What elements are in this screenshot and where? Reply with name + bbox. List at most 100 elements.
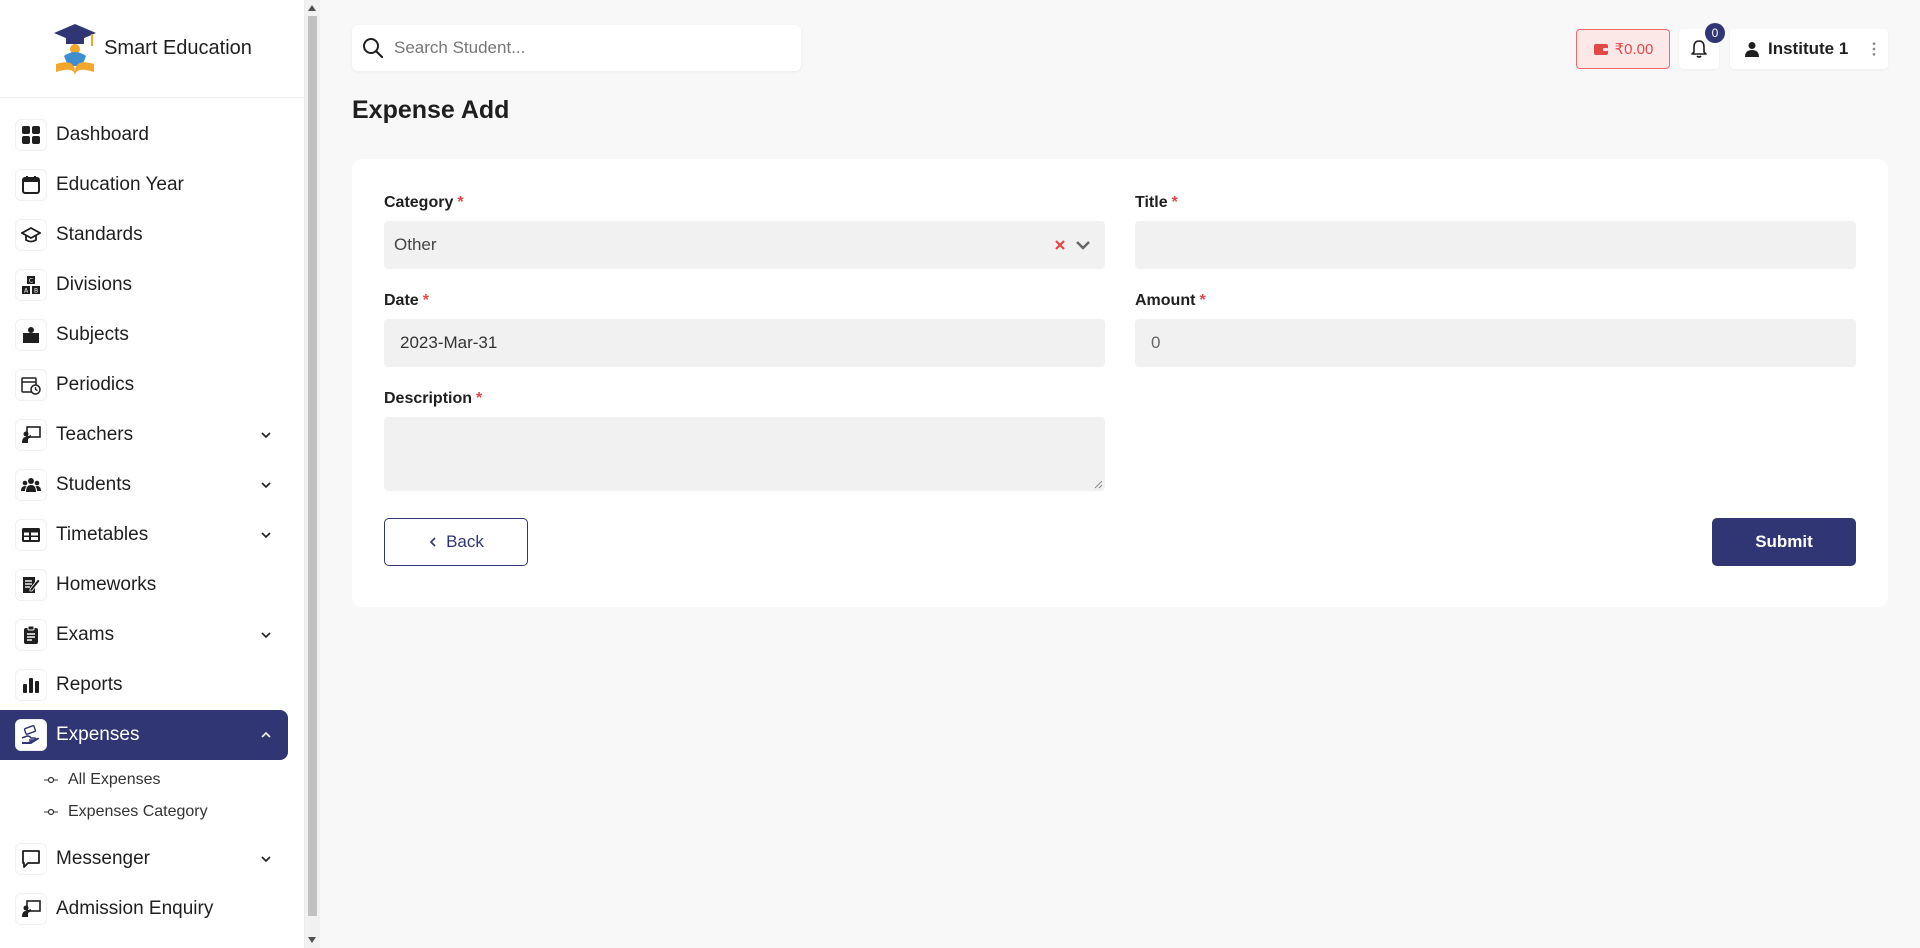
chevron-down-icon[interactable] [260,853,272,865]
wallet-balance-button[interactable]: ₹0.00 [1576,29,1670,69]
svg-text:C: C [29,278,33,285]
chevron-down-icon[interactable] [260,629,272,641]
sidebar-item-divisions[interactable]: CAB Divisions [0,260,288,310]
date-label-text: Date [384,292,419,309]
chevron-down-icon[interactable] [260,529,272,541]
sidebar-item-label: Exams [56,624,115,645]
scroll-up-arrow-icon[interactable] [308,5,316,11]
description-label: Description * [384,390,482,408]
bullet-circle-icon [44,776,58,784]
amount-field[interactable] [1135,319,1856,367]
title-field[interactable] [1135,221,1856,269]
wallet-amount: ₹0.00 [1614,41,1654,58]
sidebar-item-label: Education Year [56,174,184,195]
graduation-hat-icon [16,220,46,250]
sidebar: Smart Education Dashboard Education Year… [0,0,305,948]
chevron-down-icon[interactable] [1075,237,1091,253]
expense-form-card: Category* Other Title* Date* Amount* Des… [352,159,1888,607]
students-group-icon [16,470,46,500]
submit-button[interactable]: Submit [1712,518,1856,566]
sidebar-nav: Dashboard Education Year Standards CAB D… [0,98,304,934]
dashboard-grid-icon [16,120,46,150]
sidebar-scrollbar[interactable] [305,0,320,948]
required-mark: * [457,194,464,211]
description-label-text: Description [384,390,473,407]
chevron-up-icon[interactable] [260,729,272,741]
required-mark: * [422,292,429,309]
sidebar-item-admission-enquiry[interactable]: Admission Enquiry [0,884,288,934]
sidebar-item-periodics[interactable]: Periodics [0,360,288,410]
sidebar-item-label: Timetables [56,524,149,545]
search-icon [363,38,384,59]
sidebar-item-label: Teachers [56,424,134,445]
amount-label: Amount * [1135,292,1206,310]
sidebar-item-subjects[interactable]: Subjects [0,310,288,360]
more-vertical-icon[interactable] [1866,41,1882,57]
sidebar-item-timetables[interactable]: Timetables [0,510,288,560]
books-icon [16,320,46,350]
sidebar-item-reports[interactable]: Reports [0,660,288,710]
back-button-label: Back [446,532,484,551]
sidebar-item-messenger[interactable]: Messenger [0,834,288,884]
required-mark: * [1199,292,1206,309]
chevron-down-icon[interactable] [260,429,272,441]
brand[interactable]: Smart Education [0,0,304,98]
title-label-text: Title [1135,194,1168,211]
sidebar-item-label: Dashboard [56,124,149,145]
user-menu[interactable]: Institute 1 [1730,29,1888,69]
abc-blocks-icon: CAB [16,270,46,300]
amount-label-text: Amount [1135,292,1196,309]
clipboard-icon [16,620,46,650]
sidebar-item-homeworks[interactable]: Homeworks [0,560,288,610]
bell-icon [1691,40,1707,58]
sidebar-item-standards[interactable]: Standards [0,210,288,260]
category-label-text: Category [384,194,454,211]
amount-input[interactable] [1135,319,1856,367]
description-field[interactable] [384,417,1105,491]
clear-icon[interactable] [1053,238,1067,252]
scrollbar-thumb[interactable] [308,16,317,916]
category-selected-value: Other [394,235,437,254]
title-label: Title * [1135,194,1178,212]
sidebar-item-label: Homeworks [56,574,157,595]
date-field[interactable] [384,319,1105,367]
back-button[interactable]: Back [384,518,528,566]
sidebar-item-teachers[interactable]: Teachers [0,410,288,460]
sidebar-item-dashboard[interactable]: Dashboard [0,110,288,160]
sidebar-item-label: Standards [56,224,143,245]
date-input[interactable] [384,319,1105,367]
sidebar-item-label: Subjects [56,324,129,345]
user-icon [1745,42,1759,57]
calendar-icon [16,170,46,200]
submenu-item-expenses-category[interactable]: Expenses Category [44,796,304,828]
category-select[interactable]: Other [384,221,1105,269]
sidebar-item-label: Messenger [56,848,150,869]
resize-grip-icon[interactable] [1093,479,1103,489]
chevron-down-icon[interactable] [260,479,272,491]
sidebar-item-education-year[interactable]: Education Year [0,160,288,210]
title-input[interactable] [1135,221,1856,269]
brand-name: Smart Education [104,37,252,59]
description-textarea[interactable] [384,417,1105,491]
search-input[interactable] [394,38,774,58]
chevron-left-icon [429,537,436,547]
sidebar-item-label: Divisions [56,274,133,295]
submenu-item-all-expenses[interactable]: All Expenses [44,764,304,796]
sidebar-item-exams[interactable]: Exams [0,610,288,660]
table-icon [16,520,46,550]
scroll-down-arrow-icon[interactable] [308,937,316,943]
homework-pencil-icon [16,570,46,600]
graduation-cap-logo [54,23,97,76]
page-title: Expense Add [352,96,510,124]
teacher-board-icon [16,420,46,450]
sidebar-item-students[interactable]: Students [0,460,288,510]
expenses-submenu: All Expenses Expenses Category [0,760,304,834]
required-mark: * [476,390,483,407]
sidebar-item-expenses[interactable]: Expenses [0,710,288,760]
user-name: Institute 1 [1768,39,1849,58]
required-mark: * [1171,194,1178,211]
sidebar-item-label: Reports [56,674,123,695]
search-box[interactable] [352,25,801,71]
category-label: Category * [384,194,464,212]
sidebar-item-label: Expenses [56,724,140,745]
